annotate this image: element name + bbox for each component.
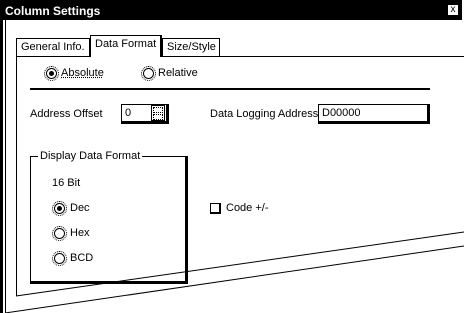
tab-data-format[interactable]: Data Format: [90, 35, 162, 57]
column-settings-dialog: Column Settings x General Info. Data For…: [0, 0, 464, 313]
torn-edge-decoration: [4, 231, 464, 313]
